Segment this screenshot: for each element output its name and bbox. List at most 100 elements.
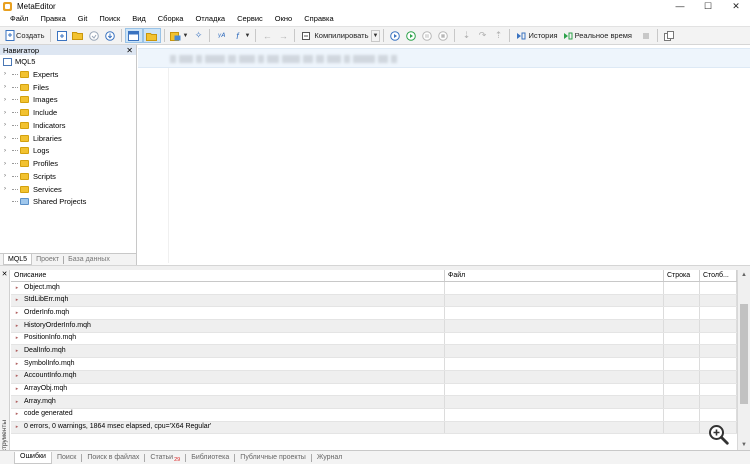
tab-mql5[interactable]: MQL5: [3, 254, 33, 265]
nav-item-services[interactable]: › Services: [0, 183, 136, 196]
pause-icon: [421, 30, 433, 42]
expand-arrow-icon[interactable]: ›: [4, 173, 12, 179]
stop-button[interactable]: [435, 28, 451, 43]
menu-file[interactable]: Файл: [4, 12, 34, 26]
toolbox-panel-icon: [146, 30, 158, 42]
zoom-in-icon[interactable]: [708, 424, 730, 446]
table-row[interactable]: ▸ AccountInfo.mqh: [11, 370, 737, 384]
menu-debug[interactable]: Отладка: [189, 12, 231, 26]
save-button[interactable]: [86, 28, 102, 43]
expand-arrow-icon[interactable]: ›: [4, 97, 12, 103]
table-row[interactable]: ▸ SymbolInfo.mqh: [11, 358, 737, 371]
back-button[interactable]: ←: [259, 28, 275, 43]
column-file[interactable]: Файл: [445, 270, 664, 281]
pause-button[interactable]: [419, 28, 435, 43]
table-row[interactable]: ▸ StdLibErr.mqh: [11, 294, 737, 308]
scroll-down-icon[interactable]: ▼: [738, 440, 750, 450]
tab-search[interactable]: Поиск: [52, 452, 81, 464]
expand-arrow-icon[interactable]: ›: [4, 122, 12, 128]
history-button[interactable]: История: [513, 28, 559, 43]
windows-button[interactable]: [661, 28, 677, 43]
menu-window[interactable]: Окно: [269, 12, 298, 26]
tab-public-projects[interactable]: Публичные проекты: [235, 452, 311, 464]
tab-search-in-files[interactable]: Поиск в файлах: [82, 452, 144, 464]
stop-debug-button[interactable]: [638, 28, 654, 43]
menu-tools[interactable]: Сервис: [231, 12, 269, 26]
nav-item-label: Profiles: [33, 159, 59, 169]
step-into-button[interactable]: ⇣: [458, 28, 474, 43]
column-line[interactable]: Строка: [664, 270, 700, 281]
debug-history-button[interactable]: [387, 28, 403, 43]
close-button[interactable]: ✕: [722, 0, 750, 12]
tab-database[interactable]: База данных: [64, 254, 114, 265]
table-row[interactable]: ▸ Object.mqh: [11, 282, 737, 295]
forward-button[interactable]: →: [275, 28, 291, 43]
nav-item-shared-projects[interactable]: Shared Projects: [0, 196, 136, 209]
menu-git[interactable]: Git: [72, 12, 94, 26]
column-column[interactable]: Столб...: [700, 270, 737, 281]
tab-project[interactable]: Проект: [32, 254, 63, 265]
scroll-thumb[interactable]: [740, 304, 748, 404]
nav-item-files[interactable]: › Files: [0, 81, 136, 94]
tab-library[interactable]: Библиотека: [186, 452, 234, 464]
expand-arrow-icon[interactable]: ›: [4, 110, 12, 116]
nav-item-indicators[interactable]: › Indicators: [0, 119, 136, 132]
nav-item-experts[interactable]: › Experts: [0, 68, 136, 81]
nav-item-include[interactable]: › Include: [0, 106, 136, 119]
menu-build[interactable]: Сборка: [152, 12, 190, 26]
magic-button[interactable]: ✧: [190, 28, 206, 43]
tab-errors[interactable]: Ошибки: [14, 451, 52, 464]
minimize-button[interactable]: —: [666, 0, 694, 12]
toolbox-close-icon[interactable]: ✕: [0, 270, 9, 280]
cell-line: [664, 307, 700, 320]
table-row[interactable]: ▸ DealInfo.mqh: [11, 345, 737, 359]
step-over-button[interactable]: ↷: [474, 28, 490, 43]
step-out-button[interactable]: ⇡: [490, 28, 506, 43]
scroll-up-icon[interactable]: ▲: [738, 270, 750, 280]
navigator-toggle-button[interactable]: [124, 28, 143, 43]
nav-item-logs[interactable]: › Logs: [0, 145, 136, 158]
menu-help[interactable]: Справка: [298, 12, 339, 26]
compile-dropdown-button[interactable]: ▼: [370, 29, 381, 42]
expand-arrow-icon[interactable]: ›: [4, 148, 12, 154]
table-row[interactable]: ▸ OrderInfo.mqh: [11, 307, 737, 321]
toolbar-separator: [383, 29, 385, 42]
table-row[interactable]: ▸ 0 errors, 0 warnings, 1864 msec elapsed…: [11, 421, 737, 435]
menu-view[interactable]: Вид: [126, 12, 152, 26]
tab-articles[interactable]: Статьи 29: [145, 452, 185, 464]
compile-button[interactable]: Компилировать: [298, 28, 370, 43]
create-button[interactable]: Создать: [2, 28, 47, 43]
table-row[interactable]: ▸ code generated: [11, 408, 737, 422]
nav-item-profiles[interactable]: › Profiles: [0, 157, 136, 170]
nav-item-images[interactable]: › Images: [0, 94, 136, 107]
expand-arrow-icon[interactable]: ›: [4, 161, 12, 167]
insert-function-button[interactable]: f ▼: [229, 28, 252, 43]
insert-resource-button[interactable]: ᵞᴬ: [213, 28, 229, 43]
menu-edit[interactable]: Правка: [34, 12, 71, 26]
column-description[interactable]: Описание: [11, 270, 445, 281]
table-row[interactable]: ▸ Array.mqh: [11, 396, 737, 409]
table-row[interactable]: ▸ HistoryOrderInfo.mqh: [11, 320, 737, 333]
table-row[interactable]: ▸ PositionInfo.mqh: [11, 332, 737, 346]
new-item-button[interactable]: [54, 28, 70, 43]
code-editor[interactable]: [138, 45, 750, 265]
menu-search[interactable]: Поиск: [93, 12, 126, 26]
styler-button[interactable]: ▼: [168, 28, 191, 43]
nav-item-scripts[interactable]: › Scripts: [0, 170, 136, 183]
debug-start-button[interactable]: [403, 28, 419, 43]
save-all-button[interactable]: [102, 28, 118, 43]
toolbox-toggle-button[interactable]: [142, 28, 161, 43]
table-row[interactable]: ▸ ArrayObj.mqh: [11, 383, 737, 397]
expand-arrow-icon[interactable]: ›: [4, 71, 12, 77]
expand-arrow-icon[interactable]: ›: [4, 135, 12, 141]
maximize-button[interactable]: ☐: [694, 0, 722, 12]
expand-arrow-icon[interactable]: ›: [4, 186, 12, 192]
navigator-close-icon[interactable]: ✕: [126, 46, 133, 55]
expand-arrow-icon[interactable]: ›: [4, 84, 12, 90]
tab-journal[interactable]: Журнал: [312, 452, 348, 464]
realtime-button[interactable]: Реальное время: [560, 28, 634, 43]
nav-item-libraries[interactable]: › Libraries: [0, 132, 136, 145]
open-button[interactable]: [70, 28, 86, 43]
vertical-scrollbar[interactable]: ▲ ▼: [737, 270, 750, 450]
navigator-root[interactable]: MQL5: [0, 55, 136, 68]
